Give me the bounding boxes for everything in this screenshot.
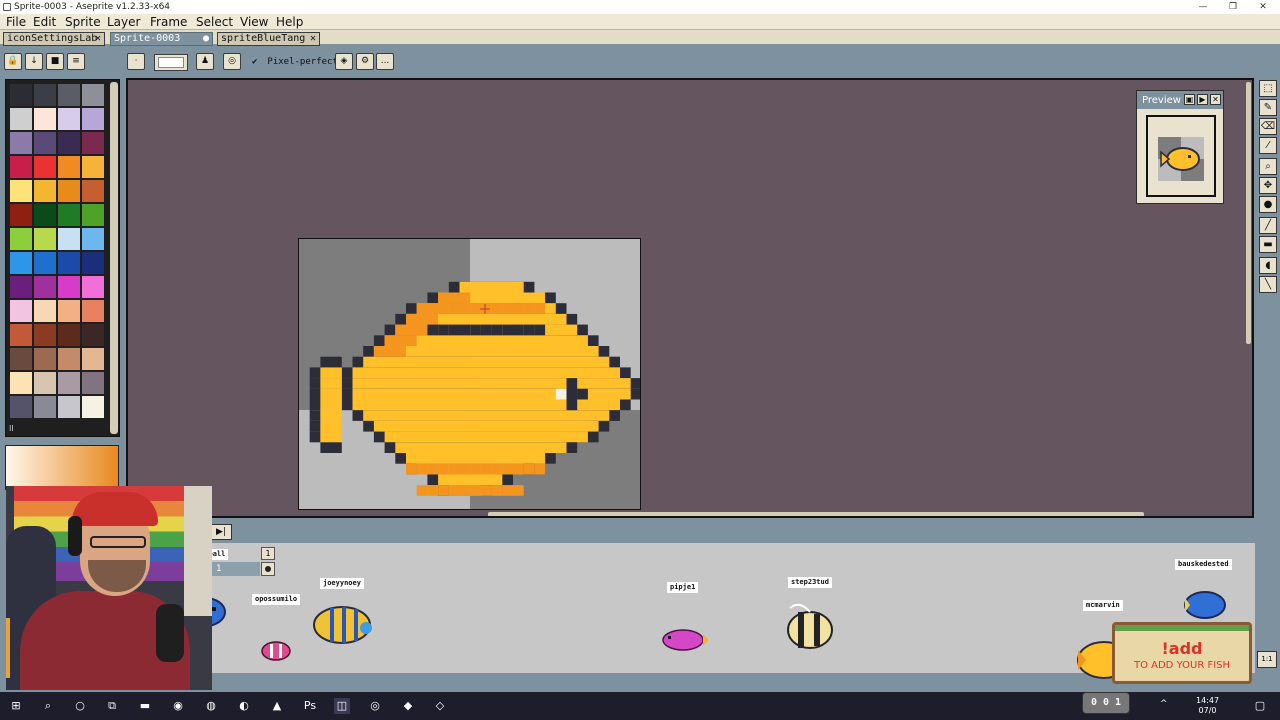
clock-time: 14:47 <box>1196 696 1220 705</box>
discord-icon[interactable]: ◍ <box>203 698 219 714</box>
obs-icon[interactable]: ◎ <box>367 698 383 714</box>
webcam-feed <box>6 486 212 690</box>
add-fish-sign: !add TO ADD YOUR FISH <box>1112 622 1252 684</box>
notification-icon[interactable]: ▢ <box>1252 698 1268 714</box>
fish-pink-striped <box>261 641 291 661</box>
chat-fish-name: joeyynoey <box>320 578 364 589</box>
vlc-icon[interactable]: ▲ <box>269 698 285 714</box>
add-fish-subtitle: TO ADD YOUR FISH <box>1133 660 1231 671</box>
start-icon[interactable]: ⊞ <box>8 698 24 714</box>
app-light-icon[interactable]: ◇ <box>432 698 448 714</box>
task-view-icon[interactable]: ⧉ <box>104 698 120 714</box>
fish-counter: 0 0 1 <box>1082 692 1130 714</box>
tray-chevron-icon[interactable]: ^ <box>1160 699 1168 709</box>
app-green-icon[interactable]: ◐ <box>236 698 252 714</box>
clock-date: 07/0 <box>1198 706 1217 715</box>
chat-fish-name: bauskedested <box>1175 559 1232 570</box>
fish-moorish-idol <box>787 603 833 649</box>
fish-angelfish <box>313 606 372 644</box>
system-clock[interactable]: 14:47 07/0 <box>1196 696 1219 716</box>
glasses <box>90 536 146 548</box>
aseprite-icon[interactable]: ◫ <box>334 698 350 714</box>
chat-fish-name: mcmarvin <box>1083 600 1123 611</box>
fish-blue-tang-right <box>1184 591 1226 619</box>
cap <box>72 492 158 526</box>
chat-fish-name: opossumilo <box>252 594 301 605</box>
cortana-icon[interactable]: ○ <box>72 698 88 714</box>
photoshop-icon[interactable]: Ps <box>302 698 318 714</box>
chat-fish-name: step23tud <box>788 577 832 588</box>
microphone-icon <box>156 604 184 662</box>
headphones-icon <box>68 516 82 556</box>
search-icon[interactable]: ⌕ <box>40 698 56 714</box>
explorer-icon[interactable]: ▬ <box>137 698 153 714</box>
fish-magenta <box>662 629 709 651</box>
wall <box>184 486 212 616</box>
add-command-text: !add <box>1161 639 1203 658</box>
vine-decoration <box>1115 625 1249 631</box>
app-dark-icon[interactable]: ◆ <box>400 698 416 714</box>
chat-fish-name: pipje1 <box>667 582 699 593</box>
chrome-icon[interactable]: ◉ <box>170 698 186 714</box>
screen-edge <box>6 618 10 678</box>
